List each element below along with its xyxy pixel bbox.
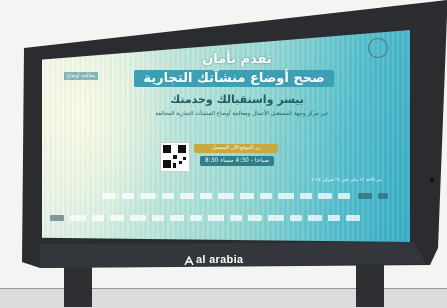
headline-3: بيسر واستقبالك وخدمتك (170, 93, 304, 106)
frame-bolt (430, 178, 434, 182)
qr-caption-bar: زر الموقع الآن التسجيل (194, 144, 278, 153)
billboard-screen: معالجة أوضاع تقدم بأمان صحح أوضاع منشآتك… (42, 30, 410, 242)
al-arabia-logo-icon (184, 256, 194, 266)
billboard-leg-left (64, 262, 92, 307)
top-tag: معالجة أوضاع (64, 72, 99, 80)
footer-brand: al arabia (196, 254, 244, 266)
headline-1: تقدم بأمان (202, 52, 272, 67)
body-text: عبر مركز وجهة المستقبل الأعمال ومعالجة أ… (155, 111, 329, 117)
date-line: من الأحد ١٣ يناير حتى ١٩ فبراير ٢٠٢٤ (311, 178, 382, 183)
hours-bar: 8:30 صباحا - 4:30 مساء (200, 156, 274, 166)
ministry-logo-icon (368, 38, 388, 58)
partner-logos-row-2 (50, 215, 400, 227)
headline-2: صحح أوضاع منشآتك التجارية (134, 70, 334, 87)
billboard-leg-right (356, 262, 384, 307)
qr-code-icon (160, 142, 190, 172)
partner-logos-row-1 (102, 193, 392, 203)
